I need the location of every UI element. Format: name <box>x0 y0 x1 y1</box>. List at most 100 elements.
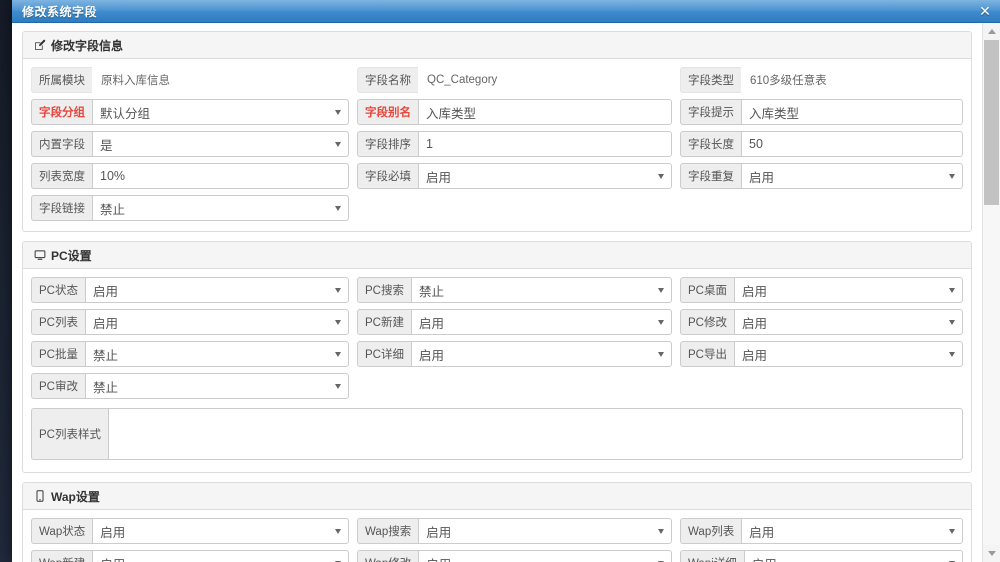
mobile-icon <box>33 490 46 503</box>
field-group-length: 字段长度 50 <box>680 131 963 157</box>
pc-status-select[interactable]: 启用 <box>84 277 349 303</box>
form-cell: PC修改 启用 <box>680 309 963 335</box>
pc-detail-select[interactable]: 启用 <box>410 341 672 367</box>
form-row: PC状态 启用 PC搜索 禁止 PC桌面 启用 <box>31 277 963 303</box>
pc-audit-select[interactable]: 禁止 <box>84 373 349 399</box>
field-group-pc-detail: PC详细 启用 <box>357 341 672 367</box>
field-label: 字段必填 <box>357 163 418 189</box>
scroll-up-button[interactable] <box>983 23 1000 40</box>
vertical-scrollbar[interactable] <box>982 23 1000 562</box>
form-cell: 字段长度 50 <box>680 131 963 157</box>
form-cell: PC详细 启用 <box>357 341 672 367</box>
wap-search-select[interactable]: 启用 <box>418 518 672 544</box>
field-group-wap-search: Wap搜索 启用 <box>357 518 672 544</box>
panel-field-info-header: 修改字段信息 <box>23 32 971 59</box>
field-group-module: 所属模块 原料入库信息 <box>31 67 349 93</box>
field-group-sort: 字段排序 1 <box>357 131 672 157</box>
form-cell: 所属模块 原料入库信息 <box>31 67 349 93</box>
pc-list-select[interactable]: 启用 <box>84 309 349 335</box>
close-icon[interactable]: ✕ <box>976 2 994 20</box>
panel-field-info-title: 修改字段信息 <box>51 38 124 53</box>
scrollbar-track[interactable] <box>983 40 1000 545</box>
wap-create-select[interactable]: 启用 <box>92 550 349 562</box>
form-row: PC批量 禁止 PC详细 启用 PC导出 启用 <box>31 341 963 367</box>
pc-search-select[interactable]: 禁止 <box>410 277 672 303</box>
pc-export-select[interactable]: 启用 <box>733 341 963 367</box>
field-group-field-hint: 字段提示 入库类型 <box>680 99 963 125</box>
field-label: PC批量 <box>31 341 85 367</box>
field-label: Wap搜索 <box>357 518 419 544</box>
field-group-wap-detail: Wapi详细 启用 <box>680 550 963 562</box>
pc-batch-select[interactable]: 禁止 <box>84 341 349 367</box>
field-group-pc-status: PC状态 启用 <box>31 277 349 303</box>
field-label: 字段链接 <box>31 195 92 221</box>
dialog-titlebar: 修改系统字段 ✕ <box>12 0 1000 23</box>
field-label: PC桌面 <box>680 277 734 303</box>
field-group-field-alias: 字段别名 入库类型 <box>357 99 672 125</box>
pc-list-style-textarea[interactable] <box>107 408 963 460</box>
scrollbar-thumb[interactable] <box>984 40 999 205</box>
wap-list-select[interactable]: 启用 <box>741 518 963 544</box>
field-label: PC详细 <box>357 341 411 367</box>
form-row: 列表宽度 10% 字段必填 启用 字段重复 启用 <box>31 163 963 189</box>
pc-create-select[interactable]: 启用 <box>410 309 672 335</box>
field-group-select[interactable]: 默认分组 <box>92 99 349 125</box>
field-group-wap-modify: Wap修改 启用 <box>357 550 672 562</box>
form-row: 字段链接 禁止 <box>31 195 963 221</box>
field-value: 原料入库信息 <box>101 75 170 87</box>
panel-pc-settings-body: PC状态 启用 PC搜索 禁止 PC桌面 启用 PC列表 启用 PC新建 启用 … <box>23 269 971 472</box>
field-label: 字段名称 <box>357 67 418 93</box>
scroll-down-button[interactable] <box>983 545 1000 562</box>
field-duplicate-select[interactable]: 启用 <box>741 163 963 189</box>
panel-pc-settings-header: PC设置 <box>23 242 971 269</box>
field-value: 610多级任意表 <box>750 75 827 87</box>
form-cell: 字段必填 启用 <box>357 163 672 189</box>
field-group-wap-status: Wap状态 启用 <box>31 518 349 544</box>
field-label: 字段长度 <box>680 131 741 157</box>
field-label: PC审改 <box>31 373 85 399</box>
field-group-link: 字段链接 禁止 <box>31 195 349 221</box>
dialog-title: 修改系统字段 <box>22 4 98 19</box>
form-cell: Wap列表 启用 <box>680 518 963 544</box>
field-label: 字段分组 <box>31 99 92 125</box>
field-label: 列表宽度 <box>31 163 92 189</box>
field-label: PC导出 <box>680 341 734 367</box>
field-length-input[interactable]: 50 <box>741 131 963 157</box>
form-row: Wap新建 启用 Wap修改 启用 Wapi详细 <box>31 550 963 562</box>
dialog-content: 修改字段信息 所属模块 原料入库信息 字段名称 QC_Category 字段类型… <box>12 23 982 562</box>
field-group-pc-export: PC导出 启用 <box>680 341 963 367</box>
wap-status-select[interactable]: 启用 <box>92 518 349 544</box>
form-cell: PC列表样式 <box>31 408 963 460</box>
field-label: 字段别名 <box>357 99 418 125</box>
field-group-pc-list-style: PC列表样式 <box>31 408 963 460</box>
field-label: 字段提示 <box>680 99 741 125</box>
form-cell: PC桌面 启用 <box>680 277 963 303</box>
field-hint-input[interactable]: 入库类型 <box>741 99 963 125</box>
form-cell: 字段名称 QC_Category <box>357 67 672 93</box>
field-sort-input[interactable]: 1 <box>418 131 672 157</box>
field-link-select[interactable]: 禁止 <box>92 195 349 221</box>
field-alias-input[interactable]: 入库类型 <box>418 99 672 125</box>
wap-modify-select[interactable]: 启用 <box>418 550 672 562</box>
field-group-field-name: 字段名称 QC_Category <box>357 67 672 93</box>
wap-detail-select[interactable]: 启用 <box>743 550 963 562</box>
field-label: PC修改 <box>680 309 734 335</box>
form-cell: PC审改 禁止 <box>31 373 349 399</box>
field-group-wap-create: Wap新建 启用 <box>31 550 349 562</box>
field-label: PC新建 <box>357 309 411 335</box>
list-width-input[interactable]: 10% <box>92 163 349 189</box>
form-cell: Wap状态 启用 <box>31 518 349 544</box>
field-label: 所属模块 <box>31 67 92 93</box>
form-row: PC列表 启用 PC新建 启用 PC修改 启用 <box>31 309 963 335</box>
field-required-select[interactable]: 启用 <box>418 163 672 189</box>
builtin-field-select[interactable]: 是 <box>92 131 349 157</box>
panel-pc-settings: PC设置 PC状态 启用 PC搜索 禁止 PC桌面 启用 PC列表 启用 PC新… <box>22 241 972 473</box>
pc-desktop-select[interactable]: 启用 <box>733 277 963 303</box>
field-group-field-type: 字段类型 610多级任意表 <box>680 67 963 93</box>
chevron-down-icon <box>987 551 996 556</box>
form-row-textarea: PC列表样式 <box>31 408 963 460</box>
field-label: 字段排序 <box>357 131 418 157</box>
form-cell: Wap搜索 启用 <box>357 518 672 544</box>
panel-field-info: 修改字段信息 所属模块 原料入库信息 字段名称 QC_Category 字段类型… <box>22 31 972 232</box>
pc-modify-select[interactable]: 启用 <box>733 309 963 335</box>
